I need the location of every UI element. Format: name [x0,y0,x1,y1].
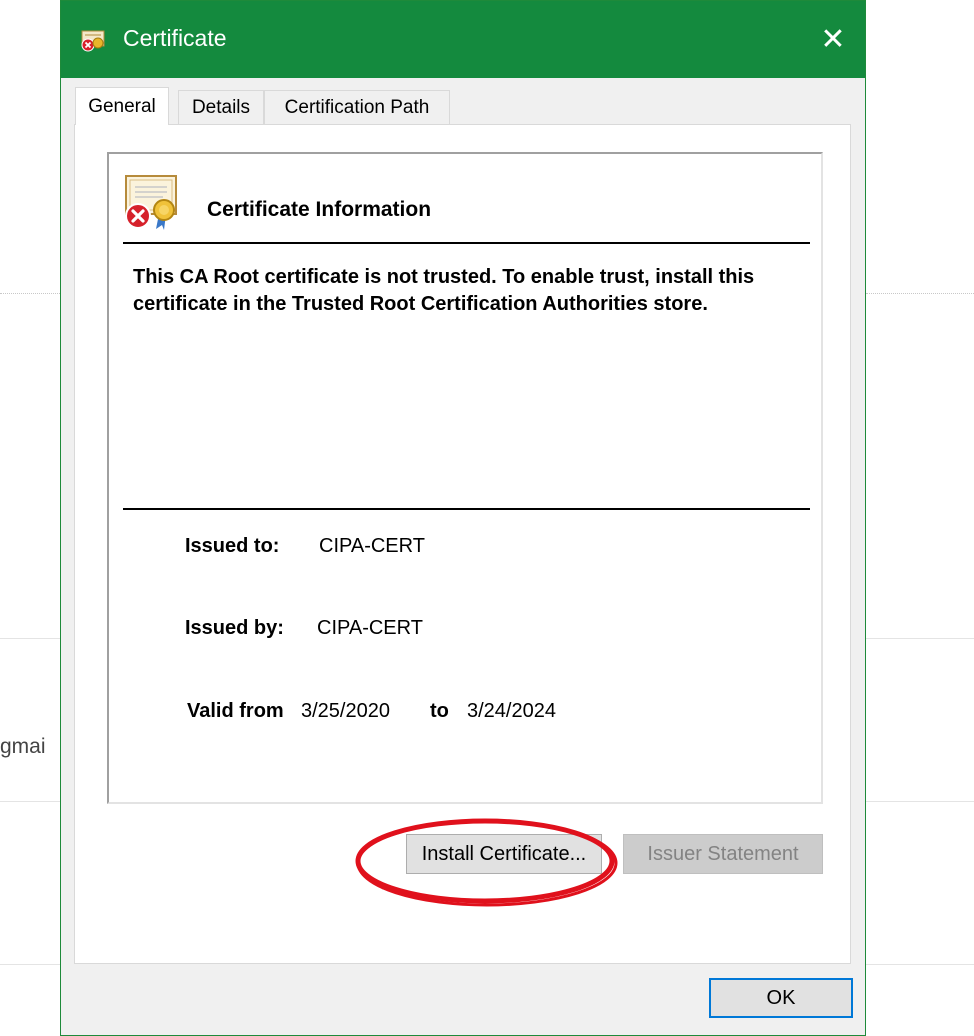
ok-button[interactable]: OK [709,978,853,1018]
trust-warning-text: This CA Root certificate is not trusted.… [133,266,755,315]
certificate-dialog: Certificate ✕ General Details Certificat… [60,0,866,1036]
issued-by-value: CIPA-CERT [317,617,423,639]
tab-certification-path[interactable]: Certification Path [264,90,450,124]
issuer-statement-button[interactable]: Issuer Statement [623,834,823,874]
tab-general-label: General [88,95,156,117]
certificate-error-icon [81,30,105,52]
close-button[interactable]: ✕ [801,1,865,78]
background-rule-3-left [0,964,60,965]
tab-details-label: Details [191,96,251,118]
tab-general[interactable]: General [75,87,169,125]
install-certificate-button[interactable]: Install Certificate... [406,834,602,874]
background-rule-3-right [866,964,974,965]
valid-from-value: 3/25/2020 [301,700,390,722]
background-divider-left [0,293,60,294]
certificate-information-heading: Certificate Information [207,198,432,221]
certificate-info-box: Certificate Information This CA Root cer… [107,152,823,804]
certificate-error-icon [125,175,177,230]
background-rule-2-right [866,801,974,802]
issued-to-value: CIPA-CERT [319,535,425,557]
background-partial-text: gmai [0,735,46,758]
ok-label: OK [766,986,796,1009]
close-icon: ✕ [820,23,846,56]
titlebar: Certificate ✕ [61,1,865,78]
valid-from-label: Valid from [187,700,284,722]
issued-by-label: Issued by: [185,617,284,639]
tab-certification-path-label: Certification Path [284,96,430,118]
tab-details[interactable]: Details [178,90,264,124]
background-rule-2-left [0,801,60,802]
dialog-title: Certificate [123,25,227,51]
valid-to-value: 3/24/2024 [467,700,556,722]
heading-divider [123,242,810,244]
background-rule-1-right [866,638,974,639]
install-certificate-label: Install Certificate... [421,842,587,865]
issuer-statement-label: Issuer Statement [647,842,799,865]
background-rule-1-left [0,638,60,639]
details-divider [123,508,810,510]
valid-to-label: to [430,700,449,722]
issued-to-label: Issued to: [185,535,280,557]
background-divider-right [866,293,974,294]
